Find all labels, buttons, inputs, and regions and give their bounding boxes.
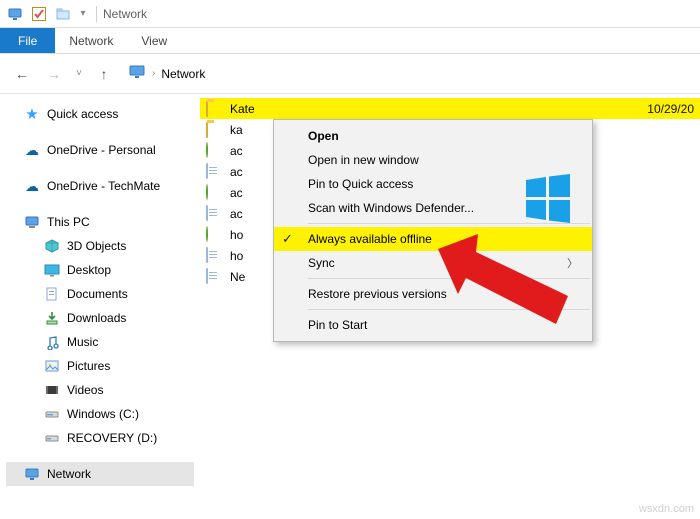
ribbon-tabs: File Network View	[0, 28, 700, 54]
sidebar-item-label: 3D Objects	[67, 239, 126, 253]
sync-icon	[206, 143, 222, 159]
quick-access-toolbar: ▾	[4, 3, 90, 25]
desktop-icon	[44, 262, 60, 278]
music-icon	[44, 334, 60, 350]
list-item-selected[interactable]: Kate 10/29/20	[200, 98, 700, 119]
forward-button[interactable]: →	[40, 60, 68, 88]
document-icon	[206, 164, 222, 180]
pictures-icon	[44, 358, 60, 374]
separator	[308, 309, 590, 310]
sidebar-item-desktop[interactable]: Desktop	[6, 258, 194, 282]
qat-checked-icon[interactable]	[28, 3, 50, 25]
sync-icon	[206, 185, 222, 201]
sidebar-item-recovery-d[interactable]: RECOVERY (D:)	[6, 426, 194, 450]
sidebar-item-label: Network	[47, 467, 91, 481]
sidebar-item-label: Windows (C:)	[67, 407, 139, 421]
sidebar-item-label: RECOVERY (D:)	[67, 431, 157, 445]
network-icon	[24, 466, 40, 482]
sidebar-item-label: Videos	[67, 383, 103, 397]
tab-view[interactable]: View	[127, 28, 181, 53]
navigation-pane: ★ Quick access ☁ OneDrive - Personal ☁ O…	[0, 94, 200, 519]
documents-icon	[44, 286, 60, 302]
chevron-right-icon: ›	[152, 68, 155, 79]
up-button[interactable]: ↑	[90, 60, 118, 88]
folder-icon	[206, 101, 222, 117]
recent-dropdown[interactable]: ˅	[72, 60, 86, 88]
sidebar-item-windows-c[interactable]: Windows (C:)	[6, 402, 194, 426]
nav-bar: ← → ˅ ↑ › Network	[0, 54, 700, 94]
tab-network[interactable]: Network	[55, 28, 127, 53]
document-icon	[206, 248, 222, 264]
videos-icon	[44, 382, 60, 398]
sidebar-item-music[interactable]: Music	[6, 330, 194, 354]
document-icon	[206, 206, 222, 222]
watermark: wsxdn.com	[639, 503, 694, 515]
sidebar-item-label: Documents	[67, 287, 128, 301]
sidebar-item-downloads[interactable]: Downloads	[6, 306, 194, 330]
window-title: Network	[103, 7, 147, 21]
sidebar-item-label: Quick access	[47, 107, 118, 121]
file-date: 10/29/20	[647, 102, 700, 116]
ctx-open[interactable]: Open	[274, 124, 592, 148]
sidebar-item-3d-objects[interactable]: 3D Objects	[6, 234, 194, 258]
sidebar-item-label: Music	[67, 335, 98, 349]
sidebar-item-pictures[interactable]: Pictures	[6, 354, 194, 378]
file-name: Kate	[230, 102, 639, 116]
sidebar-item-label: Desktop	[67, 263, 111, 277]
cloud-icon: ☁	[24, 142, 40, 158]
star-icon: ★	[24, 106, 40, 122]
sidebar-item-label: This PC	[47, 215, 90, 229]
check-icon: ✓	[282, 231, 293, 247]
ctx-restore-previous[interactable]: Restore previous versions	[274, 282, 592, 306]
network-icon	[128, 63, 146, 84]
pc-icon	[24, 214, 40, 230]
sidebar-item-label: OneDrive - Personal	[47, 143, 156, 157]
separator	[96, 6, 97, 22]
drive-icon	[44, 430, 60, 446]
sidebar-item-this-pc[interactable]: This PC	[6, 210, 194, 234]
download-icon	[44, 310, 60, 326]
back-button[interactable]: ←	[8, 60, 36, 88]
windows-club-logo-icon	[522, 172, 574, 224]
breadcrumb[interactable]: Network	[161, 67, 205, 81]
ctx-always-available-offline[interactable]: ✓ Always available offline	[274, 227, 592, 251]
separator	[308, 278, 590, 279]
cube-icon	[44, 238, 60, 254]
qat-folder-icon[interactable]	[52, 3, 74, 25]
sidebar-item-label: OneDrive - TechMate	[47, 179, 160, 193]
sidebar-item-network[interactable]: Network	[6, 462, 194, 486]
document-icon	[206, 269, 222, 285]
sidebar-item-onedrive-techmate[interactable]: ☁ OneDrive - TechMate	[6, 174, 194, 198]
drive-icon	[44, 406, 60, 422]
qat-dropdown-icon[interactable]: ▾	[76, 3, 90, 25]
sidebar-item-onedrive-personal[interactable]: ☁ OneDrive - Personal	[6, 138, 194, 162]
sidebar-item-label: Downloads	[67, 311, 126, 325]
context-menu: Open Open in new window Pin to Quick acc…	[273, 119, 593, 342]
ctx-pin-start[interactable]: Pin to Start	[274, 313, 592, 337]
qat-network-icon[interactable]	[4, 3, 26, 25]
ctx-open-new-window[interactable]: Open in new window	[274, 148, 592, 172]
sync-icon	[206, 227, 222, 243]
sidebar-item-label: Pictures	[67, 359, 110, 373]
title-bar: ▾ Network	[0, 0, 700, 28]
ctx-sync[interactable]: Sync 〉	[274, 251, 592, 275]
sidebar-item-videos[interactable]: Videos	[6, 378, 194, 402]
cloud-icon: ☁	[24, 178, 40, 194]
folder-icon	[206, 122, 222, 138]
sidebar-item-quick-access[interactable]: ★ Quick access	[6, 102, 194, 126]
chevron-right-icon: 〉	[567, 255, 578, 271]
address-bar[interactable]: › Network	[122, 61, 211, 86]
sidebar-item-documents[interactable]: Documents	[6, 282, 194, 306]
tab-file[interactable]: File	[0, 28, 55, 53]
